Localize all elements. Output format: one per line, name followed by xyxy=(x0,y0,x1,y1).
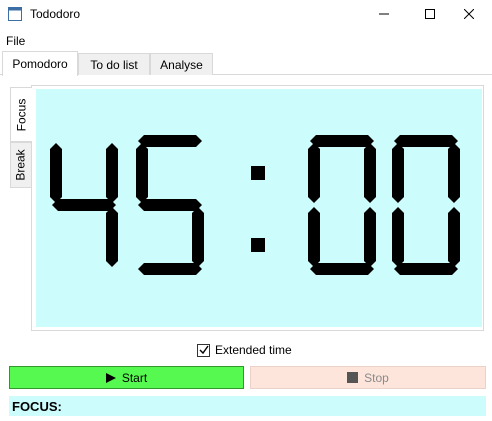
digit-4-segment-e xyxy=(392,207,404,267)
side-tab-break-label: Break xyxy=(14,149,29,181)
digit-2-segment-g xyxy=(138,199,202,211)
start-button[interactable]: Start xyxy=(9,366,244,389)
colon-dot-1 xyxy=(251,166,265,180)
menu-bar: File xyxy=(0,31,492,51)
digit-1-segment-c xyxy=(106,207,118,267)
digit-4-segment-f xyxy=(392,143,404,203)
status-text: FOCUS: xyxy=(12,399,62,414)
digit-4-segment-c xyxy=(448,207,460,267)
main-tab-bar: Pomodoro To do list Analyse xyxy=(0,51,492,76)
digit-2-segment-c xyxy=(192,207,204,267)
digit-2-segment-f xyxy=(136,143,148,203)
colon-dot-2 xyxy=(251,238,265,252)
extended-time-checkbox[interactable] xyxy=(197,343,210,357)
digit-3-segment-e xyxy=(308,207,320,267)
digit-3-segment-b xyxy=(364,143,376,203)
tab-to-do-list[interactable]: To do list xyxy=(78,53,150,75)
side-tab-focus[interactable]: Focus xyxy=(10,87,32,142)
title-bar: Tododoro xyxy=(0,0,492,30)
digit-1-segment-g xyxy=(52,199,116,211)
tab-pomodoro[interactable]: Pomodoro xyxy=(2,51,78,76)
checkmark-icon xyxy=(199,345,209,355)
side-tab-break[interactable]: Break xyxy=(10,142,32,188)
minimize-button[interactable] xyxy=(361,0,407,28)
status-bar: FOCUS: xyxy=(9,396,486,416)
stop-button-label: Stop xyxy=(364,370,389,385)
stop-icon xyxy=(347,372,359,383)
digit-1-segment-f xyxy=(50,143,62,203)
timer-display xyxy=(36,89,482,327)
minimize-icon xyxy=(379,13,389,15)
digit-3-segment-c xyxy=(364,207,376,267)
app-icon xyxy=(8,7,22,21)
start-button-label: Start xyxy=(121,370,148,385)
close-button[interactable] xyxy=(446,0,492,28)
extended-time-label: Extended time xyxy=(215,343,292,357)
digit-4-segment-a xyxy=(394,135,458,147)
digit-3-segment-f xyxy=(308,143,320,203)
stop-button[interactable]: Stop xyxy=(250,366,486,389)
play-icon xyxy=(105,372,116,383)
digit-2-segment-d xyxy=(138,263,202,275)
menu-file[interactable]: File xyxy=(6,34,25,48)
digit-3-segment-a xyxy=(310,135,374,147)
maximize-icon xyxy=(425,9,435,19)
close-icon xyxy=(464,9,474,19)
digit-2-segment-a xyxy=(138,135,202,147)
digit-1-segment-b xyxy=(106,143,118,203)
window-title: Tododoro xyxy=(30,7,81,21)
tab-analyse[interactable]: Analyse xyxy=(150,53,213,75)
extended-time-row[interactable]: Extended time xyxy=(197,342,292,358)
timer-digits xyxy=(50,135,460,275)
digit-4-segment-d xyxy=(394,263,458,275)
side-tab-focus-label: Focus xyxy=(14,98,29,131)
digit-4-segment-b xyxy=(448,143,460,203)
digit-3-segment-d xyxy=(310,263,374,275)
